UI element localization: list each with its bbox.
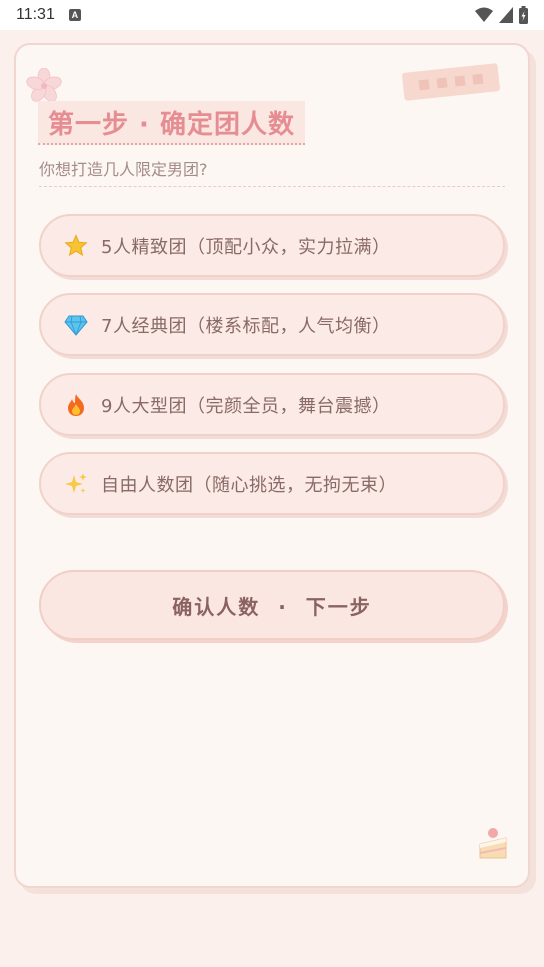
sparkles-icon xyxy=(63,471,89,497)
page-title: 第一步 · 确定团人数 xyxy=(48,109,295,140)
option-label: 7人经典团（楼系标配，人气均衡） xyxy=(101,315,391,337)
option-7-member-group[interactable]: 7人经典团（楼系标配，人气均衡） xyxy=(39,293,505,356)
signal-icon xyxy=(499,7,513,23)
wifi-icon xyxy=(475,7,493,22)
page-subtitle: 你想打造几人限定男团? xyxy=(39,160,208,179)
star-icon xyxy=(63,233,89,259)
cake-slice-icon xyxy=(479,828,507,859)
sakura-flower-icon xyxy=(26,68,62,102)
subtitle-divider xyxy=(39,186,505,187)
option-5-member-group[interactable]: 5人精致团（顶配小众，实力拉满） xyxy=(39,214,505,277)
fire-icon xyxy=(63,392,89,418)
status-time: 11:31 xyxy=(16,6,55,23)
option-label: 9人大型团（完颜全员，舞台震撼） xyxy=(101,395,391,417)
status-icons xyxy=(475,6,528,24)
option-label: 5人精致团（顶配小众，实力拉满） xyxy=(101,236,391,258)
confirm-next-button[interactable]: 确认人数 · 下一步 xyxy=(39,570,505,640)
diamond-icon xyxy=(63,312,89,338)
option-free-size-group[interactable]: 自由人数团（随心挑选，无拘无束） xyxy=(39,452,505,515)
confirm-button-label: 确认人数 · 下一步 xyxy=(172,594,372,619)
notification-a-icon: A xyxy=(68,9,81,21)
battery-icon xyxy=(519,6,528,24)
option-9-member-group[interactable]: 9人大型团（完颜全员，舞台震撼） xyxy=(39,373,505,436)
status-bar: 11:31 A xyxy=(0,0,544,30)
option-label: 自由人数团（随心挑选，无拘无束） xyxy=(101,474,397,496)
page-title-container: 第一步 · 确定团人数 xyxy=(38,101,305,145)
